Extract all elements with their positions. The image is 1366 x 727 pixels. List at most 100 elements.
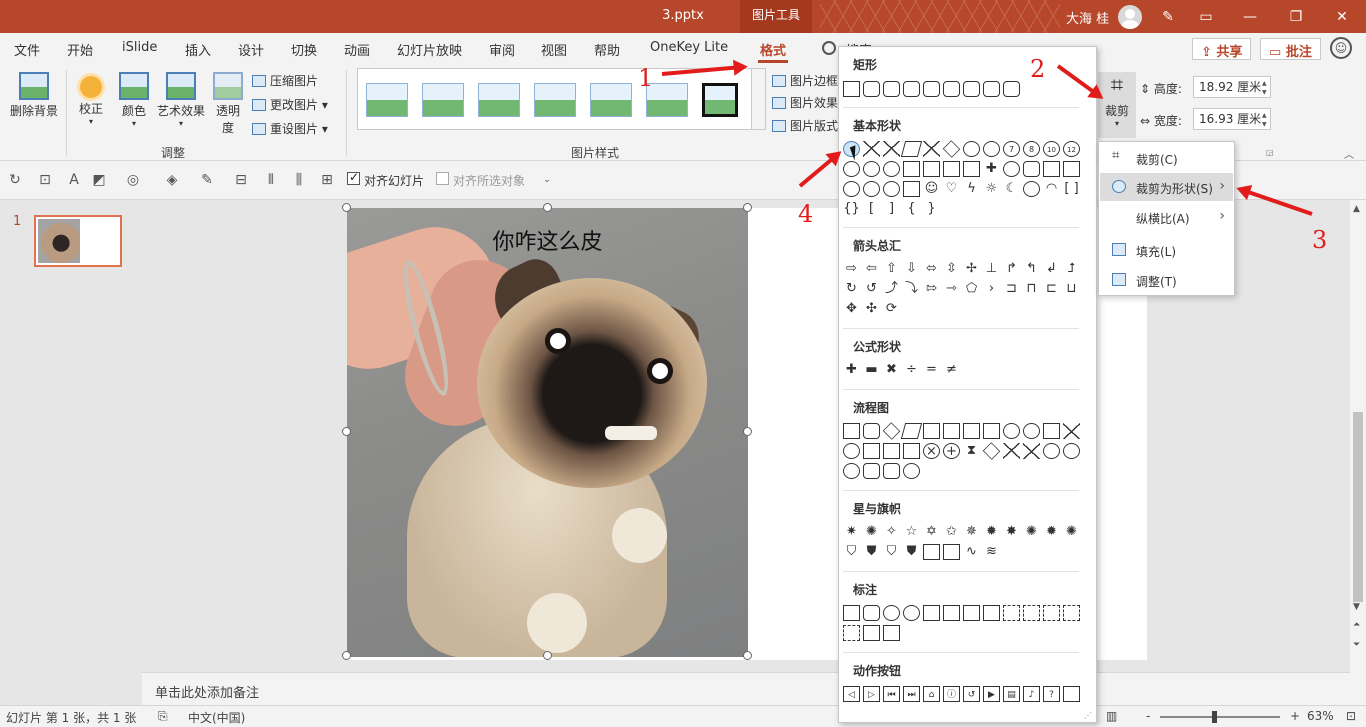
action-document-shape[interactable]: ▤ (1003, 686, 1020, 702)
left-brace-shape[interactable]: { (903, 201, 920, 217)
flowchart-summing-junction-shape[interactable]: × (923, 443, 940, 459)
distribute-h-icon[interactable]: ⫼ (290, 172, 308, 188)
distribute-icon[interactable]: ⫴ (262, 172, 280, 188)
style-thumb[interactable] (366, 83, 408, 117)
compress-pictures-button[interactable]: 压缩图片 (252, 72, 318, 89)
chevron-shape[interactable]: › (983, 281, 1000, 297)
rounded-rectangle-shape[interactable] (863, 81, 880, 97)
flowchart-stored-data-shape[interactable] (1043, 443, 1060, 459)
flowchart-manual-operation-shape[interactable] (1063, 423, 1080, 439)
zoom-out-button[interactable]: - (1146, 709, 1150, 723)
line-callout-7-shape[interactable] (1043, 605, 1060, 621)
curved-left-arrow-shape[interactable]: ↺ (863, 281, 880, 297)
menu-item-aspect-ratio[interactable]: 纵横比(A) › (1100, 203, 1233, 231)
zoom-level[interactable]: 63% (1307, 709, 1334, 723)
flowchart-preparation-shape[interactable] (1023, 423, 1040, 439)
arc-shape[interactable]: ◠ (1043, 181, 1060, 197)
action-sound-shape[interactable]: ♪ (1023, 686, 1040, 702)
slide-thumbnail[interactable] (34, 215, 122, 267)
action-custom-shape[interactable] (1063, 686, 1080, 702)
language-indicator[interactable]: 中文(中国) (188, 709, 245, 726)
plus-shape[interactable]: ✚ (843, 362, 860, 378)
style-thumb[interactable] (590, 83, 632, 117)
flowchart-process-shape[interactable] (843, 423, 860, 439)
not-equal-shape[interactable]: ≠ (943, 362, 960, 378)
resize-grip-icon[interactable]: ⋰ (1084, 711, 1092, 720)
fit-slide-icon[interactable]: ⊡ (1346, 709, 1356, 723)
left-right-up-arrow-shape[interactable]: ⊥ (983, 261, 1000, 277)
height-input[interactable]: 18.92 厘米 (1193, 76, 1271, 98)
trapezoid-shape[interactable] (923, 141, 940, 157)
action-info-shape[interactable]: ⓘ (943, 686, 960, 702)
minus-shape[interactable]: ▬ (863, 362, 880, 378)
reading-view-icon[interactable]: ▥ (1106, 709, 1117, 723)
flowchart-punched-tape-shape[interactable] (903, 443, 920, 459)
zoom-knob[interactable] (1212, 711, 1217, 723)
curved-down-arrow-shape[interactable]: ⤵ (903, 281, 920, 297)
resize-handle[interactable] (342, 427, 351, 436)
next-slide-icon[interactable]: ⏷ (1353, 640, 1360, 650)
picture-layout-button[interactable]: 图片版式 (772, 117, 838, 134)
color-button[interactable]: 颜色 ▾ (117, 72, 151, 128)
decagon-shape[interactable]: 10 (1043, 141, 1060, 157)
ribbon-down-shape[interactable]: ⛊ (863, 544, 880, 560)
cube-shape[interactable] (1043, 161, 1060, 177)
align-icon[interactable]: ⊟ (232, 172, 250, 188)
double-wave-shape[interactable]: ≋ (983, 544, 1000, 560)
striped-right-arrow-shape[interactable]: ⇰ (923, 281, 940, 297)
curved-ribbon-up-shape[interactable]: ⛉ (883, 544, 900, 560)
tab-format[interactable]: 格式 (757, 40, 789, 63)
round-rectangle-shape[interactable] (983, 81, 1000, 97)
reset-picture-button[interactable]: 重设图片 ▾ (252, 120, 328, 137)
align-slide-checkbox[interactable] (347, 170, 360, 185)
star-5-shape[interactable]: ☆ (903, 524, 920, 540)
flowchart-connector-shape[interactable] (843, 443, 860, 459)
rotate-icon[interactable]: ↻ (6, 172, 24, 188)
parallelogram-shape[interactable] (900, 141, 923, 157)
scroll-thumb[interactable] (1353, 412, 1363, 602)
pen-icon[interactable]: ✎ (1156, 6, 1180, 28)
right-arrow-shape[interactable]: ⇨ (843, 261, 860, 277)
pie-shape[interactable] (843, 161, 860, 177)
action-beginning-shape[interactable]: ⏮ (883, 686, 900, 702)
chord-shape[interactable] (863, 161, 880, 177)
tab-view[interactable]: 视图 (541, 40, 567, 59)
gallery-scroll[interactable] (751, 68, 766, 130)
comments-button[interactable]: ▭ 批注 (1260, 38, 1321, 60)
zoom-in-button[interactable]: + (1290, 709, 1300, 723)
divide-shape[interactable]: ÷ (903, 362, 920, 378)
tab-animations[interactable]: 动画 (344, 40, 370, 59)
flowchart-alt-process-shape[interactable] (863, 423, 880, 439)
snip-rectangle-shape[interactable] (903, 81, 920, 97)
flowchart-manual-input-shape[interactable] (1043, 423, 1060, 439)
tab-onekey[interactable]: OneKey Lite (650, 40, 728, 55)
resize-handle[interactable] (743, 651, 752, 660)
pin-icon[interactable]: ⊡ (36, 172, 54, 188)
minimize-icon[interactable]: — (1238, 6, 1262, 28)
picture-effects-button[interactable]: 图片效果 (772, 94, 838, 111)
double-bracket-shape[interactable]: [ ] (1063, 181, 1080, 197)
down-arrow-callout-shape[interactable]: ⊓ (1023, 281, 1040, 297)
resize-handle[interactable] (342, 651, 351, 660)
folded-corner-shape[interactable] (903, 181, 920, 197)
flowchart-data-shape[interactable] (900, 423, 923, 439)
up-down-arrow-shape[interactable]: ⇳ (943, 261, 960, 277)
star-24-shape[interactable]: ✹ (1043, 524, 1060, 540)
star-8-shape[interactable]: ✵ (963, 524, 980, 540)
notched-right-arrow-shape[interactable]: ⇾ (943, 281, 960, 297)
round-rectangle-shape[interactable] (1003, 81, 1020, 97)
style-thumb[interactable] (478, 83, 520, 117)
bent-up-arrow-shape[interactable]: ⮥ (1063, 261, 1080, 277)
zoom-slider[interactable] (1160, 716, 1280, 718)
sun-shape[interactable]: ☼ (983, 181, 1000, 197)
pentagon-arrow-shape[interactable]: ⬠ (963, 281, 980, 297)
star-16-shape[interactable]: ✺ (1023, 524, 1040, 540)
line-callout-11-shape[interactable] (883, 625, 900, 641)
center-icon[interactable]: ⊞ (318, 172, 336, 188)
lightning-bolt-shape[interactable]: ϟ (963, 181, 980, 197)
snip-rectangle-shape[interactable] (943, 81, 960, 97)
left-arrow-callout-shape[interactable]: ⊏ (1043, 281, 1060, 297)
right-arrow-callout-shape[interactable]: ⊐ (1003, 281, 1020, 297)
bent-arrow-shape[interactable]: ↱ (1003, 261, 1020, 277)
flowchart-decision-shape[interactable] (882, 422, 901, 440)
